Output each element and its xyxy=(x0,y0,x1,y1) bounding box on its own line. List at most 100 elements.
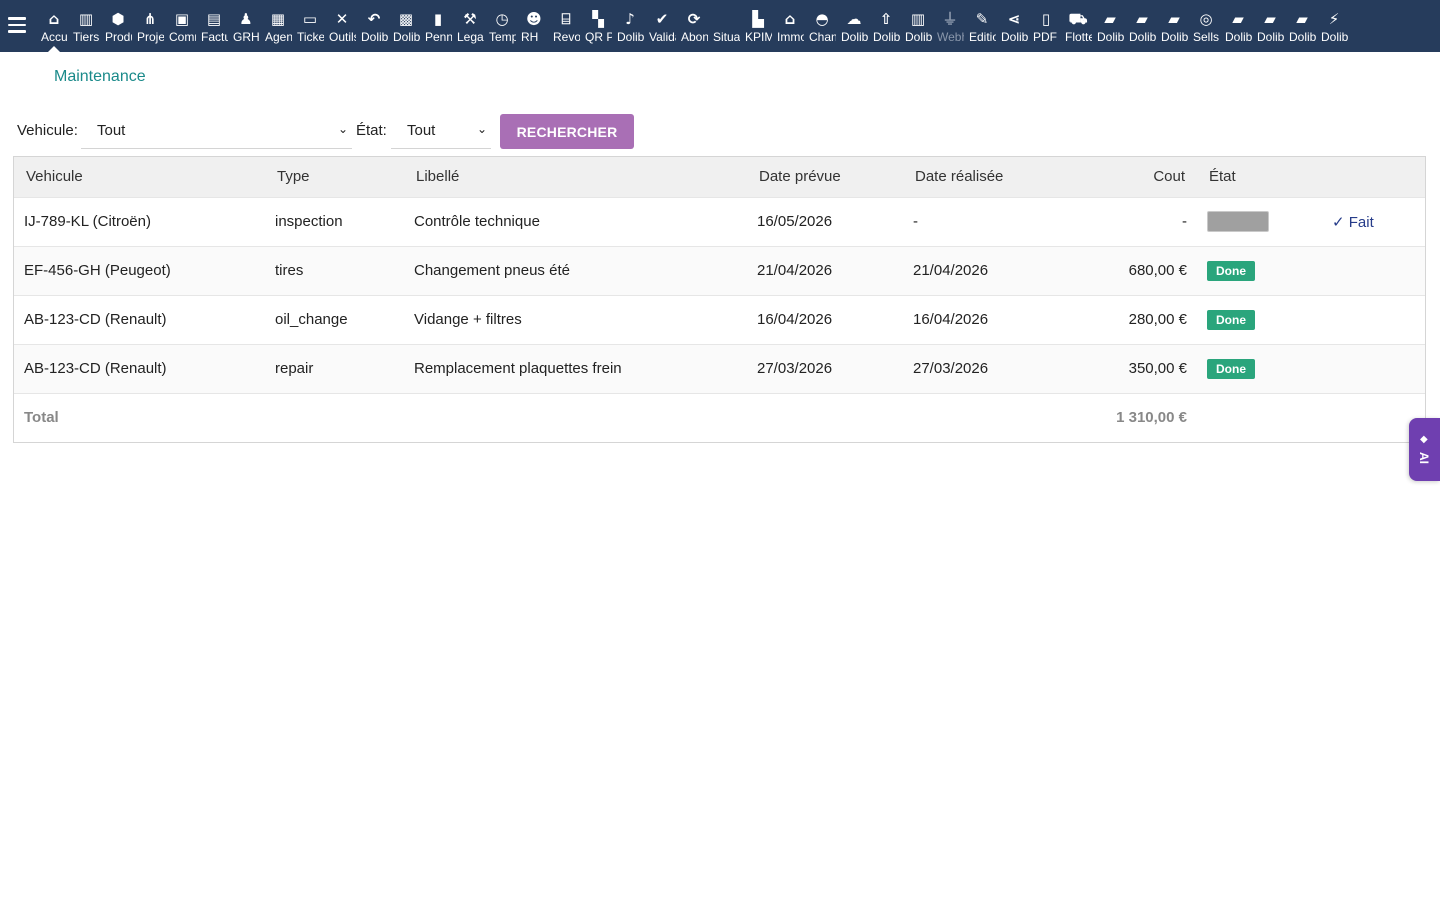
column-header-actions xyxy=(1322,157,1425,197)
menu-item-label: QR Pay xyxy=(585,30,612,44)
menu-item-label: KPIMax xyxy=(745,30,772,44)
menu-item-label: Dolibarr xyxy=(873,30,900,44)
menu-item[interactable]: ▰ Dolibarr xyxy=(1286,0,1318,52)
menu-item[interactable]: ▦ Agenda xyxy=(262,0,294,52)
menu-item[interactable]: ✔ Validation xyxy=(646,0,678,52)
menu-item[interactable]: ⌂ Accueil xyxy=(38,0,70,52)
menu-item[interactable]: ▥ Tiers xyxy=(70,0,102,52)
search-button[interactable]: RECHERCHER xyxy=(500,114,634,149)
menu-item[interactable]: ⌸ Revo xyxy=(550,0,582,52)
menu-item-label: Dolibarr xyxy=(905,30,932,44)
menu-item-label: Facturation xyxy=(201,30,228,44)
status-badge: Done xyxy=(1207,309,1255,330)
cell-action: ✓ Fait xyxy=(1322,196,1425,246)
menu-item-label: Abonnements xyxy=(681,30,708,44)
sparkle-icon: ◆ xyxy=(1420,434,1428,445)
menu-item[interactable]: ▰ Dolibarr xyxy=(1158,0,1190,52)
cell-planned-date: 27/03/2026 xyxy=(747,343,903,393)
cell-vehicle: AB-123-CD (Renault) xyxy=(14,343,265,393)
cell-state: Done xyxy=(1197,294,1322,344)
menu-item-label: Dolibarr xyxy=(1289,30,1316,44)
menu-item[interactable]: ⚡ Dolibarr xyxy=(1318,0,1350,52)
column-header-cost[interactable]: Cout xyxy=(1059,157,1197,197)
menu-item[interactable]: ♟ GRH xyxy=(230,0,262,52)
menu-item[interactable]: ✕ Outils xyxy=(326,0,358,52)
menu-item[interactable]: ◓ Chantiers xyxy=(806,0,838,52)
menu-item[interactable]: ☁ Dolibarr xyxy=(838,0,870,52)
bank-icon: ⌸ xyxy=(561,10,571,28)
menu-item-label: Immobilier xyxy=(777,30,804,44)
menu-item[interactable]: ▯ PDF xyxy=(1030,0,1062,52)
menu-item[interactable]: ▣ Commercial xyxy=(166,0,198,52)
menu-item[interactable]: ⋔ Projets xyxy=(134,0,166,52)
menu-item[interactable]: ⚒ Legal xyxy=(454,0,486,52)
cell-action xyxy=(1322,294,1425,344)
edit-icon: ✎ xyxy=(975,10,989,28)
menu-item[interactable]: ▮ Penn xyxy=(422,0,454,52)
building-icon: ▥ xyxy=(78,10,94,28)
menu-item[interactable]: ✎ Edition xyxy=(966,0,998,52)
menu-item[interactable]: ♪ Dolibarr xyxy=(614,0,646,52)
menu-item[interactable]: ▩ Dolibarr xyxy=(390,0,422,52)
menu-item[interactable]: ⋖ Dolibarr xyxy=(998,0,1030,52)
cell-type: tires xyxy=(265,245,404,295)
menu-item-label: Edition xyxy=(969,30,996,44)
case-icon: ▩ xyxy=(398,10,414,28)
table-row: EF-456-GH (Peugeot) tires Changement pne… xyxy=(14,245,1425,295)
users-icon: ☻ xyxy=(526,10,542,28)
menu-item[interactable]: Situations xyxy=(710,0,742,52)
menu-item[interactable]: ▰ Dolibarr xyxy=(1094,0,1126,52)
cell-label: Remplacement plaquettes frein xyxy=(404,343,747,393)
hamburger-menu-icon[interactable] xyxy=(8,17,26,33)
mark-done-link[interactable]: ✓ Fait xyxy=(1332,214,1374,231)
menu-item[interactable]: ↶ Dolibarr xyxy=(358,0,390,52)
cell-action xyxy=(1322,245,1425,295)
menu-item[interactable]: ▭ Tickets xyxy=(294,0,326,52)
main-menu: ⌂ Accueil ▥ Tiers ⬢ Produits ⋔ Projets ▣ Commerci… xyxy=(38,0,1350,52)
state-select[interactable]: Tout ⌄ xyxy=(391,113,491,149)
menu-item[interactable]: ◷ Temps xyxy=(486,0,518,52)
menu-item[interactable]: ▤ Facturation xyxy=(198,0,230,52)
menu-item-label: Dolibarr xyxy=(1225,30,1252,44)
menu-item-label: RH xyxy=(521,30,539,44)
menu-item[interactable]: ⏚ Webhooks xyxy=(934,0,966,52)
cell-state: Done xyxy=(1197,343,1322,393)
menu-item[interactable]: ▙ KPIMax xyxy=(742,0,774,52)
column-header-label[interactable]: Libellé xyxy=(404,157,747,197)
invoice-icon: ▤ xyxy=(206,10,222,28)
menu-item[interactable]: ▰ Dolibarr xyxy=(1254,0,1286,52)
status-badge: Done xyxy=(1207,260,1255,281)
note-icon: ▰ xyxy=(1232,10,1244,28)
column-header-planned-date[interactable]: Date prévue xyxy=(747,157,903,197)
column-header-type[interactable]: Type xyxy=(265,157,404,197)
menu-item-label: Produits xyxy=(105,30,132,44)
status-badge: Done xyxy=(1207,358,1255,379)
column-header-vehicle[interactable]: Vehicule xyxy=(14,157,265,197)
menu-item[interactable]: ▥ Dolibarr xyxy=(902,0,934,52)
check-icon: ✔ xyxy=(655,10,669,28)
menu-item[interactable]: ▰ Dolibarr xyxy=(1222,0,1254,52)
menu-item[interactable]: ⬢ Produits xyxy=(102,0,134,52)
menu-item-label: Situations xyxy=(713,30,740,44)
menu-item-label: Agenda xyxy=(265,30,292,44)
menu-item[interactable]: ⌂ Immobilier xyxy=(774,0,806,52)
menu-item[interactable]: ⛟ Flotte xyxy=(1062,0,1094,52)
menu-item-label: Legal xyxy=(457,30,484,44)
column-header-state[interactable]: État xyxy=(1197,157,1322,197)
table-total-row: Total 1 310,00 € xyxy=(14,392,1425,442)
cell-state xyxy=(1197,196,1322,246)
menu-item[interactable]: ▚ QR Pay xyxy=(582,0,614,52)
menu-item-label: Dolibarr xyxy=(1129,30,1156,44)
menu-item[interactable]: ◎ Sells xyxy=(1190,0,1222,52)
menu-item-label: Flotte xyxy=(1065,30,1092,44)
column-header-done-date[interactable]: Date réalisée xyxy=(903,157,1059,197)
menu-item[interactable]: ⇧ Dolibarr xyxy=(870,0,902,52)
cell-type: repair xyxy=(265,343,404,393)
bell-icon: ♪ xyxy=(625,10,635,28)
breadcrumb[interactable]: Maintenance xyxy=(54,68,146,86)
ai-assistant-tab[interactable]: ◆ AI xyxy=(1409,418,1440,481)
vehicle-select[interactable]: Tout ⌄ xyxy=(81,113,352,149)
menu-item[interactable]: ▰ Dolibarr xyxy=(1126,0,1158,52)
menu-item[interactable]: ⟳ Abonnements xyxy=(678,0,710,52)
menu-item[interactable]: ☻ RH xyxy=(518,0,550,52)
